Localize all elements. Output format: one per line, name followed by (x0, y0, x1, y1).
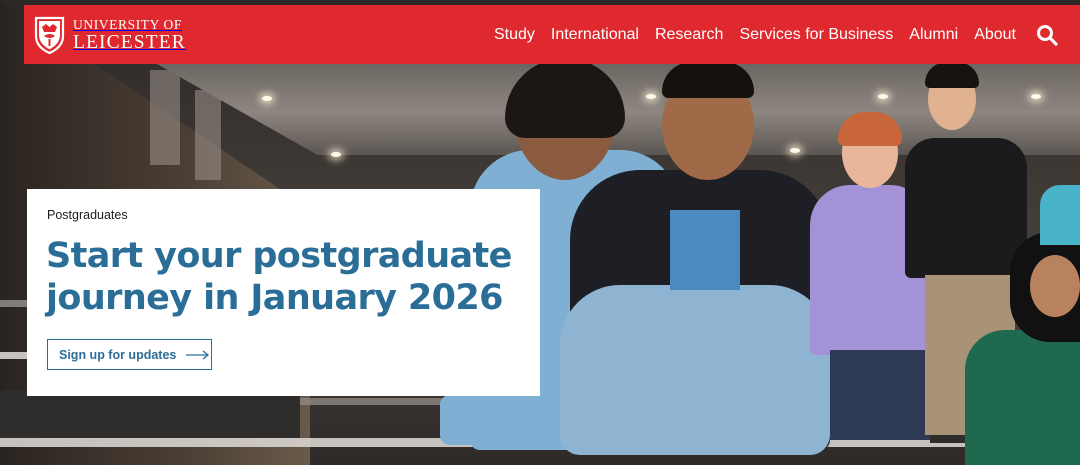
promo-eyebrow: Postgraduates (47, 208, 128, 222)
university-logo[interactable]: UNIVERSITY OF LEICESTER (34, 14, 186, 56)
hero-promo-card: Postgraduates Start your postgraduate jo… (27, 189, 540, 396)
sign-up-button[interactable]: Sign up for updates (47, 339, 212, 370)
site-header: UNIVERSITY OF LEICESTER Study Internatio… (24, 5, 1080, 64)
promo-title: Start your postgraduate journey in Janua… (46, 236, 512, 318)
nav-research[interactable]: Research (655, 26, 723, 44)
logo-line-2: LEICESTER (73, 31, 186, 53)
crest-icon (34, 16, 65, 55)
search-icon[interactable] (1036, 24, 1058, 46)
arrow-right-icon (186, 349, 210, 360)
nav-study[interactable]: Study (494, 26, 535, 44)
sign-up-button-label: Sign up for updates (59, 347, 177, 362)
nav-international[interactable]: International (551, 26, 639, 44)
nav-services-for-business[interactable]: Services for Business (739, 26, 893, 44)
nav-alumni[interactable]: Alumni (909, 26, 958, 44)
logo-line-1: UNIVERSITY OF (73, 17, 182, 32)
main-nav: Study International Research Services fo… (478, 5, 1016, 64)
nav-about[interactable]: About (974, 26, 1016, 44)
